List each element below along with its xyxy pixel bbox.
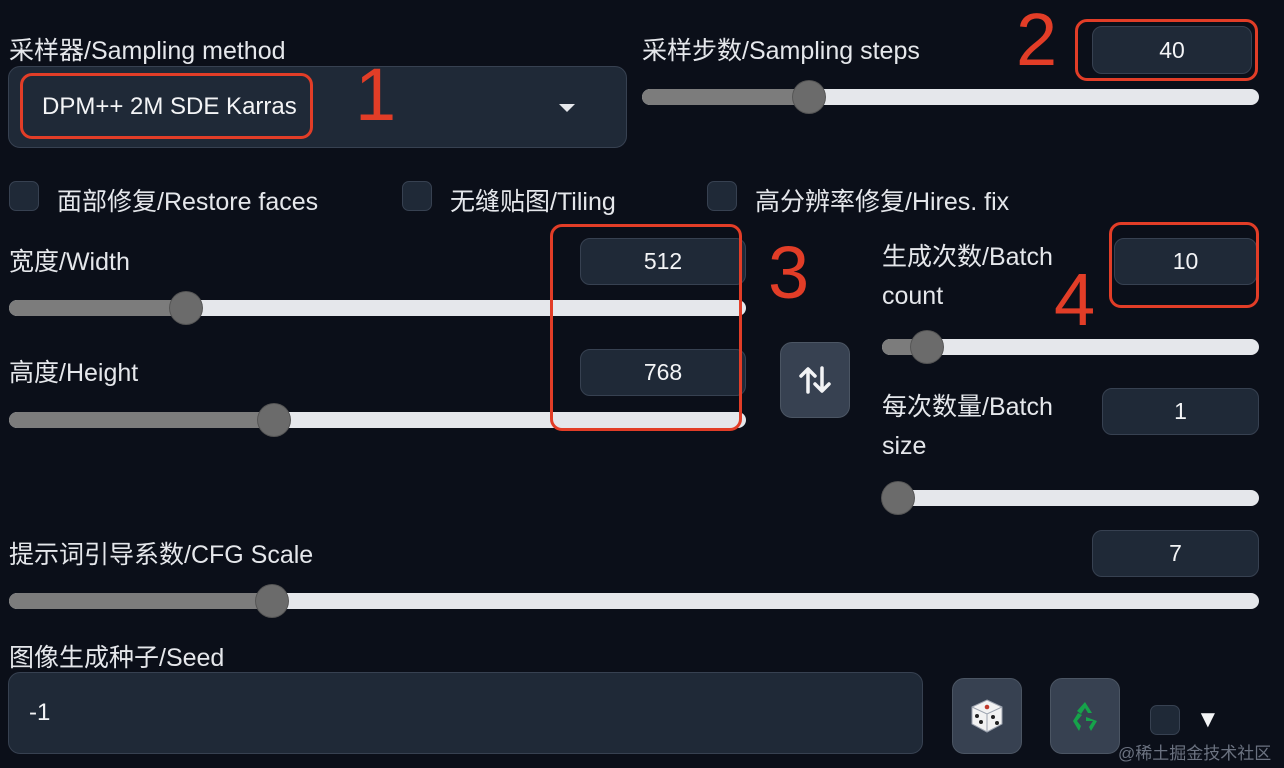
steps-label: 采样步数/Sampling steps (642, 37, 920, 65)
width-label: 宽度/Width (9, 248, 130, 276)
cfg-slider-track[interactable] (9, 593, 1259, 609)
batch-count-slider-thumb[interactable] (911, 331, 944, 363)
tiling-label: 无缝贴图/Tiling (450, 188, 616, 216)
tiling-checkbox[interactable] (402, 181, 432, 211)
annotation-box-4 (1109, 222, 1259, 308)
swap-dimensions-button[interactable] (780, 342, 850, 418)
width-slider-thumb[interactable] (169, 292, 202, 324)
annotation-number-4: 4 (1054, 258, 1096, 341)
sampler-label: 采样器/Sampling method (9, 37, 286, 65)
chevron-down-icon[interactable] (559, 104, 575, 112)
batch-count-label: 生成次数/Batch count (882, 243, 1053, 310)
dice-icon (971, 699, 1003, 733)
batch-size-input[interactable]: 1 (1102, 388, 1259, 435)
extra-seed-toggle-icon[interactable]: ▼ (1196, 706, 1220, 734)
hires-fix-checkbox[interactable] (707, 181, 737, 211)
restore-faces-label: 面部修复/Restore faces (57, 188, 319, 216)
cfg-slider-fill (9, 593, 272, 609)
cfg-label: 提示词引导系数/CFG Scale (9, 541, 314, 569)
batch-size-label: 每次数量/Batch size (882, 393, 1053, 460)
extra-seed-checkbox[interactable] (1150, 705, 1180, 735)
height-slider-thumb[interactable] (258, 404, 291, 436)
steps-slider-fill (642, 89, 809, 105)
random-seed-button[interactable] (952, 678, 1022, 754)
annotation-number-3: 3 (768, 231, 810, 314)
recycle-icon (1073, 702, 1097, 731)
width-slider-fill (9, 300, 186, 316)
seed-label: 图像生成种子/Seed (9, 644, 225, 672)
steps-slider-thumb[interactable] (792, 81, 825, 113)
restore-faces-checkbox[interactable] (9, 181, 39, 211)
height-slider-fill (9, 412, 275, 428)
swap-arrows-icon (799, 366, 831, 394)
annotation-box-2 (1075, 19, 1258, 81)
annotation-number-1: 1 (355, 53, 397, 136)
cfg-slider-thumb[interactable] (255, 585, 288, 617)
seed-input[interactable]: -1 (8, 672, 923, 754)
watermark-text: @稀土掘金技术社区 (1118, 744, 1272, 763)
height-label: 高度/Height (9, 359, 139, 387)
annotation-box-3 (550, 224, 742, 431)
batch-size-slider-thumb[interactable] (882, 482, 914, 514)
steps-slider-track[interactable] (642, 89, 1259, 105)
annotation-number-2: 2 (1016, 0, 1058, 81)
reuse-seed-button[interactable] (1050, 678, 1120, 754)
batch-size-slider-track[interactable] (882, 490, 1259, 506)
annotation-box-1 (20, 73, 313, 139)
cfg-input[interactable]: 7 (1092, 530, 1259, 577)
hires-fix-label: 高分辨率修复/Hires. fix (755, 188, 1010, 216)
